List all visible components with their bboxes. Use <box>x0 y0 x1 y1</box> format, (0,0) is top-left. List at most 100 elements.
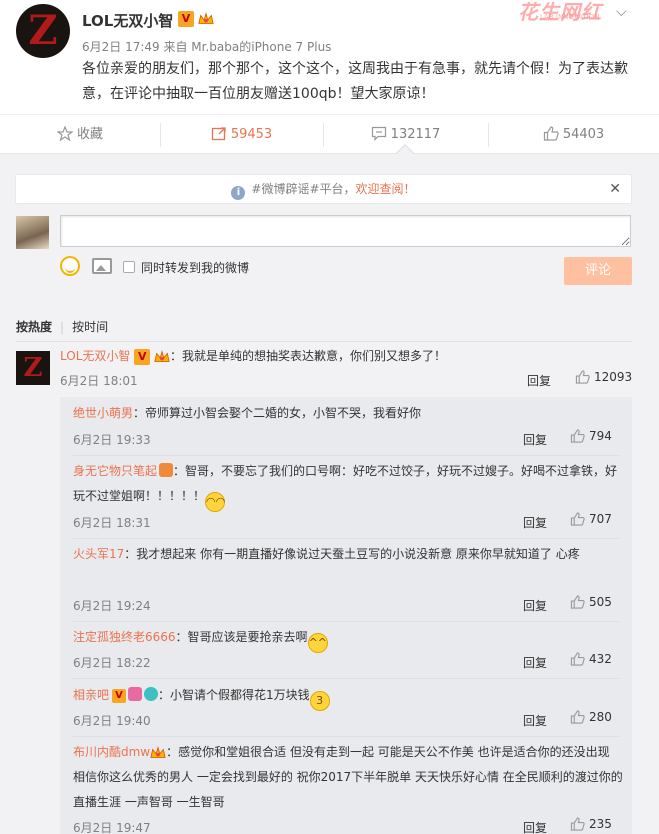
reply-user[interactable]: 身无它物只笔起 <box>73 464 157 478</box>
reply-item: 注定孤独终老6666：智哥应该是要抢亲去啊^^ <box>73 625 623 653</box>
reply-user[interactable]: 相亲吧 <box>73 688 109 702</box>
reply-button[interactable]: 回复 <box>523 597 547 614</box>
comment-icon <box>371 126 386 141</box>
notice-link[interactable]: 欢迎查阅！ <box>356 182 416 196</box>
action-bar: 收藏 59453 132117 54403 <box>0 114 659 154</box>
divider <box>73 678 619 679</box>
reply-button[interactable]: 回复 <box>523 819 547 834</box>
thumbs-up-icon <box>570 652 585 666</box>
member-badge-icon[interactable] <box>159 463 174 477</box>
reply-button[interactable]: 回复 <box>527 372 551 389</box>
reply-time: 6月2日 18:31 <box>73 516 151 530</box>
reply-text: ：小智请个假都得花1万块钱 <box>158 688 310 702</box>
reply-text: ：我才想起来 你有一期直播好像说过天蚕土豆写的小说没新意 原来你早就知道了 心疼 <box>124 547 580 561</box>
info-icon: i <box>231 186 246 200</box>
favorite-button[interactable]: 收藏 <box>0 115 160 155</box>
repost-icon <box>211 127 226 141</box>
replies-panel: 绝世小萌男：帝师算过小智会娶个二婚的女，小智不哭，我看好你 6月2日 19:33… <box>60 397 632 834</box>
reply-button[interactable]: 回复 <box>523 712 547 729</box>
commenter-name[interactable]: LOL无双小智 <box>60 349 130 363</box>
post-text: 各位亲爱的朋友们，那个那个，这个这个，这周我由于有急事，就先请个假！为了表达歉意… <box>82 61 628 102</box>
comment-time: 6月2日 18:01 <box>60 374 138 388</box>
like-button[interactable]: 54403 <box>488 115 659 155</box>
author-avatar[interactable]: Z <box>16 4 70 58</box>
main-comment: LOL无双小智 V ：我就是单纯的想抽奖表达歉意，你们别又想多了！ <box>60 347 446 365</box>
reply-like-button[interactable]: 505 <box>570 595 612 609</box>
reply-user[interactable]: 绝世小萌男 <box>73 406 133 420</box>
reply-time: 6月2日 19:40 <box>73 714 151 728</box>
reply-item: 布川内酷dmw ：感觉你和堂姐很合适 但没有走到一起 可能是天公不作美 也许是适合… <box>73 740 623 815</box>
weibo-post: Z LOL无双小智 V 花生网红 LAB INNOVATION ⌵ 6月2日 1… <box>0 0 659 154</box>
my-avatar[interactable] <box>16 216 49 249</box>
divider <box>73 736 619 737</box>
reply-time: 6月2日 19:24 <box>73 599 151 613</box>
camera-badge-icon[interactable] <box>144 687 159 701</box>
author-badges: V <box>178 11 214 27</box>
comment-input[interactable] <box>60 215 631 247</box>
watermark-sub: LAB INNOVATION <box>540 13 600 21</box>
reply-item: 绝世小萌男：帝师算过小智会娶个二婚的女，小智不哭，我看好你 <box>73 401 623 426</box>
vip-crown-icon[interactable] <box>198 12 214 26</box>
submit-comment-button[interactable]: 评论 <box>564 257 632 285</box>
comment-like-button[interactable]: 12093 <box>575 370 632 384</box>
reply-text: ：帝师算过小智会娶个二婚的女，小智不哭，我看好你 <box>133 406 422 420</box>
reply-like-button[interactable]: 794 <box>570 429 612 443</box>
repost-checkbox[interactable] <box>123 261 135 273</box>
star-icon <box>56 125 74 142</box>
repost-checkbox-label[interactable]: 同时转发到我的微博 <box>141 259 249 276</box>
image-icon[interactable] <box>92 258 112 274</box>
reply-like-button[interactable]: 235 <box>570 817 612 831</box>
zorro-logo-icon: Z <box>23 353 43 383</box>
divider <box>73 538 619 539</box>
thumbs-up-icon <box>570 710 585 724</box>
reply-user[interactable]: 火头军17 <box>73 547 124 561</box>
reply-text: ：智哥应该是要抢亲去啊 <box>175 630 308 644</box>
divider <box>73 455 619 456</box>
reply-like-button[interactable]: 707 <box>570 512 612 526</box>
thumbs-up-icon <box>575 370 590 384</box>
reply-item: 火头军17：我才想起来 你有一期直播好像说过天蚕土豆写的小说没新意 原来你早就知… <box>73 542 623 567</box>
reply-button[interactable]: 回复 <box>523 514 547 531</box>
commenter-avatar[interactable]: Z <box>16 351 50 385</box>
zorro-logo-icon: Z <box>28 7 58 54</box>
reply-like-button[interactable]: 432 <box>570 652 612 666</box>
reply-item: 身无它物只笔起 ：智哥，不要忘了我们的口号啊：好吃不过饺子，好玩不过嫂子。好喝不过… <box>73 459 623 512</box>
emoji-icon[interactable] <box>60 256 80 276</box>
reply-user[interactable]: 布川内酷dmw <box>73 745 150 759</box>
member-badge-icon[interactable] <box>128 687 143 701</box>
reply-button[interactable]: 回复 <box>523 654 547 671</box>
author-name[interactable]: LOL无双小智 <box>82 10 173 31</box>
reply-user[interactable]: 注定孤独终老6666 <box>73 630 176 644</box>
cool-emoji-icon: ◠◠ <box>205 492 225 512</box>
sort-by-hot[interactable]: 按热度 <box>16 320 52 334</box>
sort-tabs: 按热度 | 按时间 <box>16 320 109 334</box>
rumor-notice: i #微博辟谣#平台，欢迎查阅！ ✕ <box>15 174 632 204</box>
thumbs-up-icon <box>570 512 585 526</box>
vip-crown-icon[interactable] <box>150 745 166 760</box>
kiss-emoji-icon: 3 <box>309 691 330 711</box>
divider <box>73 621 619 622</box>
thumbs-up-icon <box>543 126 559 141</box>
reply-item: 相亲吧 V ：小智请个假都得花1万块钱 3 <box>73 683 623 711</box>
thumbs-up-icon <box>570 429 585 443</box>
reply-time: 6月2日 19:47 <box>73 821 151 834</box>
reply-time: 6月2日 19:33 <box>73 433 151 447</box>
vip-crown-icon[interactable] <box>154 349 170 364</box>
post-meta: 6月2日 17:49 来自 Mr.baba的iPhone 7 Plus <box>82 40 332 54</box>
reply-button[interactable]: 回复 <box>523 431 547 448</box>
repost-button[interactable]: 59453 <box>160 115 323 155</box>
verified-icon[interactable]: V <box>112 688 127 703</box>
thumbs-up-icon <box>570 817 585 831</box>
reply-time: 6月2日 18:22 <box>73 656 151 670</box>
verified-icon[interactable]: V <box>134 348 151 365</box>
laughing-emoji-icon: ^^ <box>307 633 328 653</box>
reply-like-button[interactable]: 280 <box>570 710 612 724</box>
comment-text: ：我就是单纯的想抽奖表达歉意，你们别又想多了！ <box>170 349 447 363</box>
divider <box>16 341 632 342</box>
comment-panel: i #微博辟谣#平台，欢迎查阅！ ✕ 同时转发到我的微博 评论 按热度 | 按时间 Z… <box>0 154 659 834</box>
thumbs-up-icon <box>570 595 585 609</box>
chevron-down-icon[interactable]: ⌵ <box>616 4 627 20</box>
sort-by-time[interactable]: 按时间 <box>72 320 108 334</box>
close-icon[interactable]: ✕ <box>609 175 621 203</box>
verified-icon[interactable]: V <box>178 11 194 27</box>
